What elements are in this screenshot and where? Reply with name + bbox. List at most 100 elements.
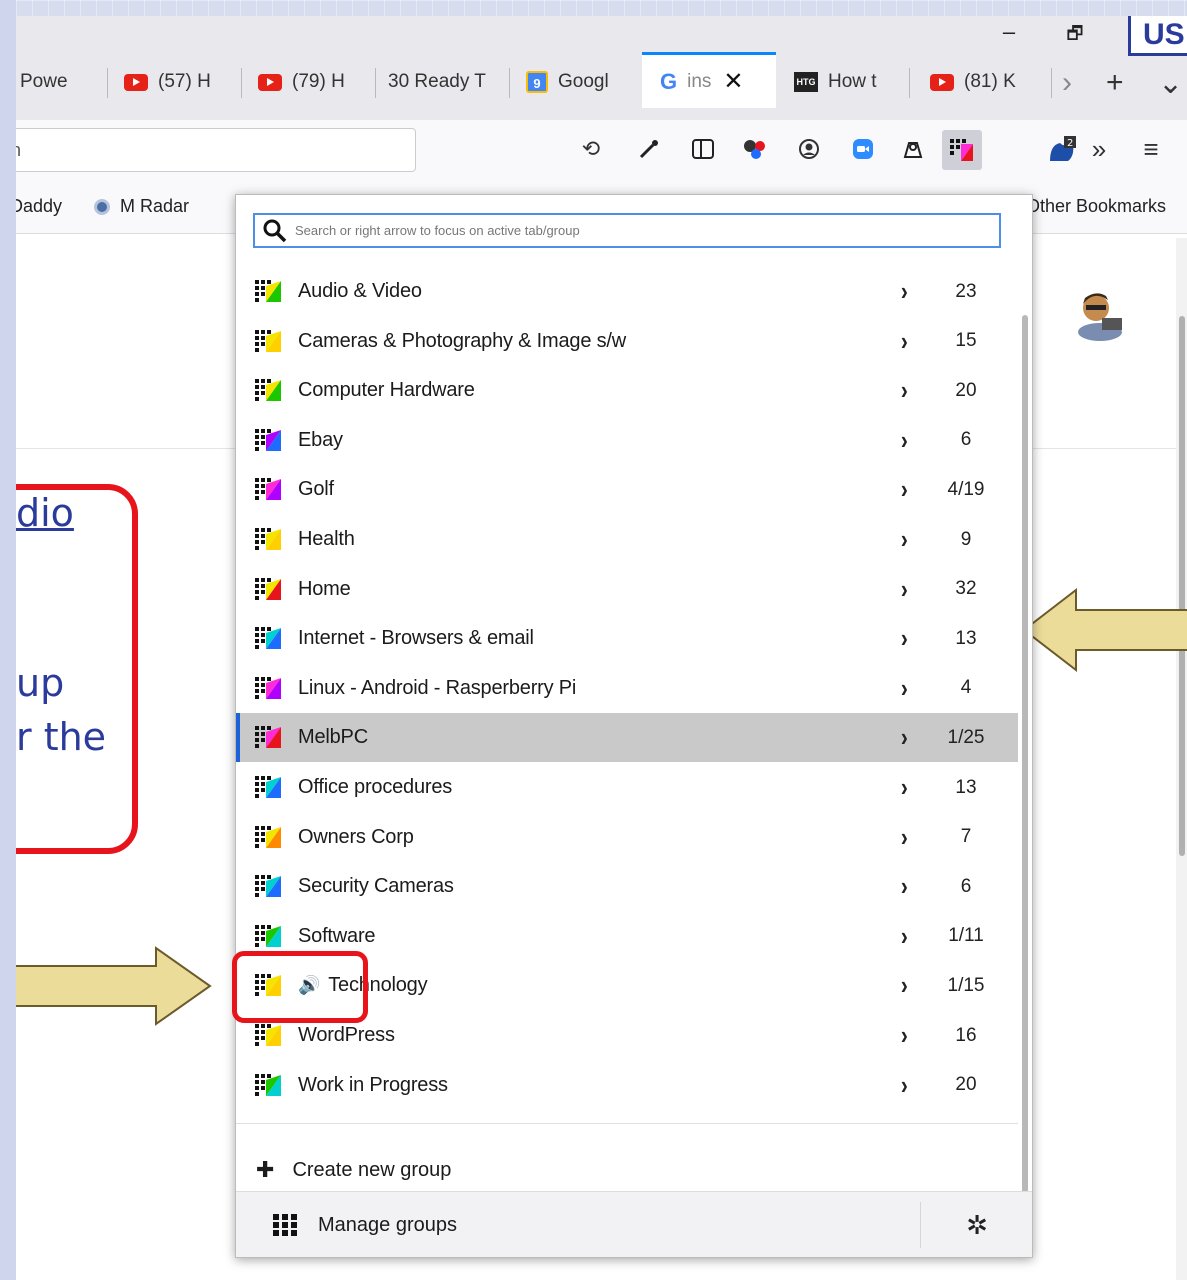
- group-name-text: MelbPC: [298, 726, 368, 749]
- tab[interactable]: HTG How t: [790, 56, 910, 108]
- avatar[interactable]: [1076, 288, 1124, 342]
- chevron-right-icon[interactable]: ›: [901, 425, 908, 456]
- close-tab-icon[interactable]: ✕: [723, 67, 743, 96]
- panel-scrollbar-thumb[interactable]: [1022, 315, 1028, 1195]
- tab-groups-extension-icon[interactable]: [942, 130, 982, 170]
- group-row[interactable]: Linux - Android - Rasperberry Pi › 4: [236, 664, 1018, 713]
- manage-groups-button[interactable]: Manage groups: [236, 1192, 920, 1258]
- group-tab-count: 20: [955, 1074, 977, 1096]
- bookmark-item[interactable]: M Radar: [94, 196, 189, 217]
- panel-divider: [236, 1123, 1018, 1124]
- other-bookmarks-button[interactable]: Other Bookmarks: [1026, 196, 1166, 217]
- menu-button[interactable]: ≡: [1134, 132, 1168, 166]
- history-icon[interactable]: ⟲: [574, 132, 608, 166]
- group-name: Office procedures: [298, 776, 452, 799]
- group-name: Health: [298, 528, 355, 551]
- group-row[interactable]: Work in Progress › 20: [236, 1061, 1018, 1110]
- title-bar: – 🗗: [16, 16, 1187, 50]
- chevron-right-icon[interactable]: ›: [901, 1020, 908, 1051]
- group-name: Ebay: [298, 429, 343, 452]
- callout-arrow-left-icon: [1022, 588, 1187, 672]
- chevron-right-icon[interactable]: ›: [901, 276, 908, 307]
- tab-active[interactable]: Gins ✕: [642, 52, 776, 108]
- minimize-button[interactable]: –: [994, 18, 1024, 48]
- extension-colors-icon[interactable]: [738, 132, 772, 166]
- group-row[interactable]: Audio & Video › 23: [236, 267, 1018, 316]
- tab-overflow-button[interactable]: ›: [1062, 66, 1072, 100]
- tab[interactable]: 30 Ready T: [388, 56, 510, 108]
- group-name-text: Internet - Browsers & email: [298, 627, 534, 650]
- footer-separator: [920, 1202, 921, 1248]
- settings-button[interactable]: ✲: [922, 1192, 1032, 1258]
- group-row[interactable]: Owners Corp › 7: [236, 813, 1018, 862]
- group-row[interactable]: Cameras & Photography & Image s/w › 15: [236, 317, 1018, 366]
- group-row[interactable]: Security Cameras › 6: [236, 862, 1018, 911]
- group-name-text: Health: [298, 528, 355, 550]
- chevron-right-icon[interactable]: ›: [901, 673, 908, 704]
- page-scrollbar-thumb[interactable]: [1179, 316, 1185, 856]
- bookmark-favicon-icon: [94, 198, 110, 215]
- group-color-icon: [255, 627, 281, 650]
- group-name-text: Linux - Android - Rasperberry Pi: [298, 676, 577, 699]
- group-tab-count: 15: [955, 330, 977, 352]
- group-name-text: Cameras & Photography & Image s/w: [298, 329, 626, 352]
- tab[interactable]: Powe: [20, 56, 108, 108]
- chevron-right-icon[interactable]: ›: [901, 921, 908, 952]
- tab-label: (81) K: [964, 71, 1016, 92]
- malwarebytes-extension-icon[interactable]: 2: [1046, 132, 1080, 166]
- group-name: Software: [298, 925, 376, 948]
- chevron-right-icon[interactable]: ›: [901, 871, 908, 902]
- chevron-right-icon[interactable]: ›: [901, 474, 908, 505]
- group-tab-count: 9: [960, 528, 972, 550]
- tab[interactable]: 9 Googl: [522, 56, 642, 108]
- group-row[interactable]: 🔊 Technology › 1/15: [232, 951, 1018, 1024]
- group-name: Computer Hardware: [298, 379, 475, 402]
- create-new-group-button[interactable]: ✚ Create new group: [256, 1157, 451, 1183]
- tab-label: Powe: [20, 71, 68, 92]
- group-color-icon: [255, 924, 281, 947]
- group-row[interactable]: Computer Hardware › 20: [236, 366, 1018, 415]
- chevron-right-icon[interactable]: ›: [901, 574, 908, 605]
- group-row[interactable]: Ebay › 6: [236, 416, 1018, 465]
- group-color-icon: [255, 528, 281, 550]
- create-group-label: Create new group: [292, 1158, 452, 1181]
- group-row[interactable]: Internet - Browsers & email › 13: [236, 614, 1018, 663]
- chevron-right-icon[interactable]: ›: [901, 623, 908, 654]
- group-row[interactable]: MelbPC › 1/25: [236, 713, 1018, 763]
- account-icon[interactable]: [792, 132, 826, 166]
- bookmark-label: Other Bookmarks: [1026, 196, 1167, 216]
- url-bar[interactable]: h: [16, 128, 416, 172]
- callout-arrow-right-icon: [16, 946, 212, 1026]
- tab[interactable]: (57) H: [120, 56, 242, 108]
- list-all-tabs-button[interactable]: ⌄: [1158, 66, 1183, 101]
- group-row[interactable]: Home › 32: [236, 565, 1018, 614]
- bookmark-item[interactable]: Daddy: [16, 196, 62, 217]
- group-color-icon: [255, 676, 281, 699]
- tab[interactable]: (81) K: [926, 56, 1052, 108]
- tab[interactable]: (79) H: [254, 56, 376, 108]
- group-row[interactable]: Office procedures › 13: [236, 763, 1018, 812]
- chevron-right-icon[interactable]: ›: [901, 970, 908, 1001]
- group-row[interactable]: Golf › 4/19: [236, 465, 1018, 514]
- sidebar-icon[interactable]: [686, 132, 720, 166]
- tab-separator: [107, 68, 108, 98]
- more-tools-button[interactable]: »: [1082, 132, 1116, 166]
- chevron-right-icon[interactable]: ›: [901, 375, 908, 406]
- chevron-right-icon[interactable]: ›: [901, 722, 908, 753]
- tab-groups-panel: Search or right arrow to focus on active…: [232, 194, 1033, 1258]
- zoom-meeting-icon[interactable]: [846, 132, 880, 166]
- group-search-input[interactable]: Search or right arrow to focus on active…: [253, 213, 1001, 248]
- chevron-right-icon[interactable]: ›: [901, 326, 908, 357]
- chevron-right-icon[interactable]: ›: [901, 822, 908, 853]
- restore-button[interactable]: 🗗: [1060, 18, 1090, 48]
- group-row[interactable]: WordPress › 16: [236, 1011, 1018, 1060]
- tab-label: How t: [828, 71, 877, 92]
- screenshot-icon[interactable]: [896, 132, 930, 166]
- search-placeholder: Search or right arrow to focus on active…: [295, 223, 580, 238]
- eyedropper-icon[interactable]: [632, 132, 666, 166]
- chevron-right-icon[interactable]: ›: [901, 524, 908, 555]
- new-tab-button[interactable]: +: [1106, 66, 1124, 100]
- chevron-right-icon[interactable]: ›: [901, 772, 908, 803]
- chevron-right-icon[interactable]: ›: [901, 1070, 908, 1101]
- group-row[interactable]: Health › 9: [236, 515, 1018, 564]
